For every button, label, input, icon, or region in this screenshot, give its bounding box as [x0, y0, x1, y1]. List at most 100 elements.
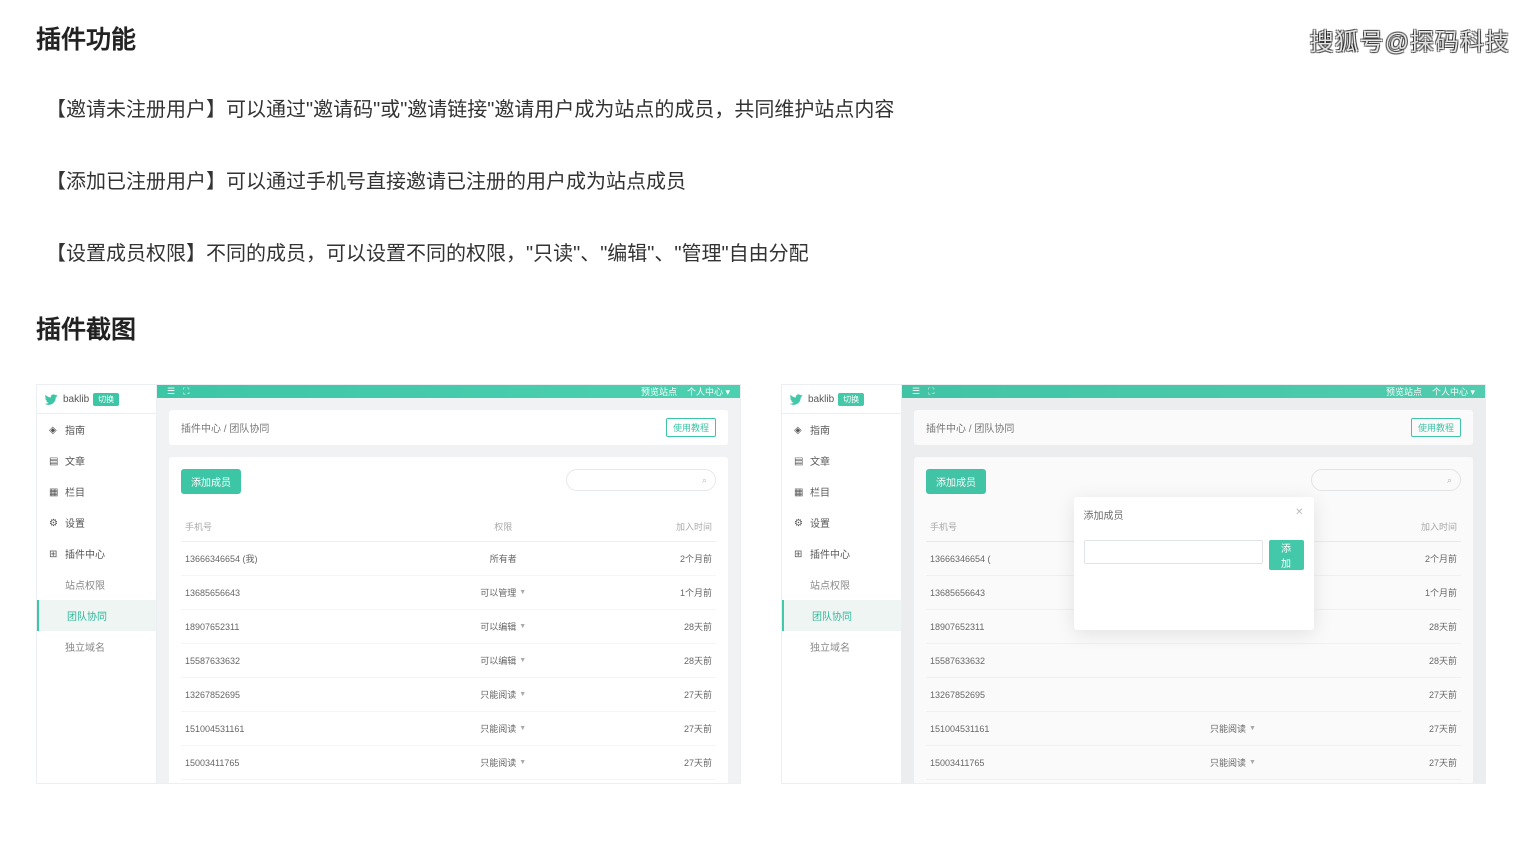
- cell-joined: 28天前: [1320, 644, 1461, 678]
- cell-phone: 13267852695: [926, 678, 1146, 712]
- logo-icon: [790, 392, 804, 406]
- table-row: 13267852695只能阅读 ▼27天前: [181, 678, 716, 712]
- nav-plugins[interactable]: ⊞插件中心: [782, 538, 901, 569]
- cell-joined: 28天前: [584, 644, 716, 678]
- chevron-down-icon: ▼: [519, 657, 526, 664]
- nav-label: 文章: [65, 453, 85, 468]
- nav-plugins[interactable]: ⊞插件中心: [37, 538, 156, 569]
- logo-text: baklib: [808, 394, 834, 405]
- apps-icon: ⊞: [794, 549, 804, 559]
- th-phone: 手机号: [181, 512, 422, 542]
- subnav-site-perm[interactable]: 站点权限: [37, 569, 156, 600]
- search-icon: ⌕: [1447, 475, 1452, 486]
- menu-icon[interactable]: ☰: [167, 386, 175, 397]
- nav-guide[interactable]: ◈ 指南: [37, 414, 156, 445]
- cell-perm[interactable]: [1146, 678, 1319, 712]
- nav-column[interactable]: ▦ 栏目: [37, 476, 156, 507]
- document-icon: ▤: [794, 456, 804, 466]
- nav-label: 文章: [810, 453, 830, 468]
- modal-add-button[interactable]: 添加: [1269, 540, 1304, 570]
- gear-icon: ⚙: [49, 518, 59, 528]
- chevron-down-icon: ▼: [1249, 725, 1256, 732]
- add-member-button[interactable]: 添加成员: [926, 469, 986, 494]
- subnav-domain[interactable]: 独立域名: [37, 631, 156, 662]
- expand-icon[interactable]: ⛶: [928, 386, 934, 397]
- nav-column[interactable]: ▦栏目: [782, 476, 901, 507]
- logo-badge[interactable]: 切换: [838, 393, 864, 406]
- cell-phone: 13666346654 (我): [181, 542, 422, 576]
- tutorial-button[interactable]: 使用教程: [1411, 418, 1461, 437]
- search-input[interactable]: ⌕: [1311, 469, 1461, 491]
- nav-guide[interactable]: ◈指南: [782, 414, 901, 445]
- nav-label: 栏目: [65, 484, 85, 499]
- subnav-team[interactable]: 团队协同: [37, 600, 156, 631]
- feature-line-3: 【设置成员权限】不同的成员，可以设置不同的权限，"只读"、"编辑"、"管理"自由…: [46, 238, 1502, 270]
- cell-perm[interactable]: 可以管理 ▼: [422, 576, 584, 610]
- table-row: 13685656643可以管理 ▼1个月前: [181, 576, 716, 610]
- search-icon: ⌕: [702, 475, 707, 486]
- compass-icon: ◈: [49, 425, 59, 435]
- table-row: 151004531161只能阅读 ▼27天前: [181, 712, 716, 746]
- cell-joined: 1个月前: [1320, 576, 1461, 610]
- th-joined: 加入时间: [1320, 512, 1461, 542]
- cell-perm[interactable]: 可以编辑 ▼: [422, 644, 584, 678]
- subnav-site-perm[interactable]: 站点权限: [782, 569, 901, 600]
- main-area: ☰ ⛶ 预览站点 个人中心 ▾ 插件中心 / 团队协同 使用教程 添加成员 ⌕: [902, 385, 1485, 783]
- logo-text: baklib: [63, 394, 89, 405]
- cell-perm[interactable]: [1146, 644, 1319, 678]
- th-perm: 权限: [422, 512, 584, 542]
- nav-label: 指南: [810, 422, 830, 437]
- expand-icon[interactable]: ⛶: [183, 386, 189, 397]
- cell-perm[interactable]: 所有者: [422, 542, 584, 576]
- cell-phone: 151004531161: [926, 712, 1146, 746]
- nav-settings[interactable]: ⚙设置: [37, 507, 156, 538]
- chevron-down-icon: ▼: [519, 589, 526, 596]
- cell-phone: 13685656643: [181, 576, 422, 610]
- cell-phone: 15587633632: [181, 644, 422, 678]
- cell-joined: 27天前: [584, 678, 716, 712]
- nav-settings[interactable]: ⚙设置: [782, 507, 901, 538]
- table-row: 18907652311可以编辑 ▼28天前: [181, 610, 716, 644]
- watermark-text: 搜狐号@探码科技: [1310, 22, 1510, 57]
- cell-perm[interactable]: 可以编辑 ▼: [422, 610, 584, 644]
- close-icon[interactable]: ✕: [1295, 507, 1303, 522]
- cell-joined: 27天前: [1320, 678, 1461, 712]
- grid-icon: ▦: [49, 487, 59, 497]
- table-row: 15587633632 28天前: [926, 644, 1461, 678]
- sidebar: baklib 切换 ◈指南 ▤ 文章 ▦栏目 ⚙设置 ⊞插件中心 站点权限 团队协…: [782, 385, 902, 783]
- logo-badge[interactable]: 切换: [93, 393, 119, 406]
- cell-perm[interactable]: 只能阅读 ▼: [422, 678, 584, 712]
- subnav-domain[interactable]: 独立域名: [782, 631, 901, 662]
- menu-icon[interactable]: ☰: [912, 386, 920, 397]
- tutorial-button[interactable]: 使用教程: [666, 418, 716, 437]
- preview-link[interactable]: 预览站点: [641, 385, 677, 398]
- user-center-link[interactable]: 个人中心 ▾: [687, 385, 730, 398]
- cell-phone: 15587633632: [926, 644, 1146, 678]
- nav-label: 指南: [65, 422, 85, 437]
- table-row: 151004531161只能阅读 ▼27天前: [926, 712, 1461, 746]
- modal-phone-input[interactable]: [1084, 540, 1263, 564]
- table-row: 15003411765只能阅读 ▼27天前: [181, 746, 716, 780]
- cell-perm[interactable]: 只能阅读 ▼: [1146, 712, 1319, 746]
- sidebar: baklib 切换 ◈ 指南 ▤ 文章 ▦ 栏目 ⚙设置 ⊞插件中心 站点权限 团队协…: [37, 385, 157, 783]
- cell-joined: 27天前: [584, 712, 716, 746]
- document-icon: ▤: [49, 456, 59, 466]
- breadcrumb-bar: 插件中心 / 团队协同 使用教程: [169, 410, 728, 445]
- cell-perm[interactable]: 只能阅读 ▼: [1146, 746, 1319, 780]
- add-member-button[interactable]: 添加成员: [181, 469, 241, 494]
- preview-link[interactable]: 预览站点: [1386, 385, 1422, 398]
- chevron-down-icon: ▼: [519, 691, 526, 698]
- search-input[interactable]: ⌕: [566, 469, 716, 491]
- cell-joined: 2个月前: [1320, 542, 1461, 576]
- heading-features: 插件功能: [36, 20, 1502, 56]
- nav-article[interactable]: ▤ 文章: [782, 445, 901, 476]
- nav-article[interactable]: ▤ 文章: [37, 445, 156, 476]
- cell-joined: 27天前: [584, 746, 716, 780]
- subnav-team[interactable]: 团队协同: [782, 600, 901, 631]
- screenshot-2: baklib 切换 ◈指南 ▤ 文章 ▦栏目 ⚙设置 ⊞插件中心 站点权限 团队协…: [781, 384, 1486, 784]
- user-center-link[interactable]: 个人中心 ▾: [1432, 385, 1475, 398]
- cell-perm[interactable]: 只能阅读 ▼: [422, 746, 584, 780]
- cell-perm[interactable]: 只能阅读 ▼: [422, 712, 584, 746]
- table-row: 13666346654 (我)所有者2个月前: [181, 542, 716, 576]
- th-joined: 加入时间: [584, 512, 716, 542]
